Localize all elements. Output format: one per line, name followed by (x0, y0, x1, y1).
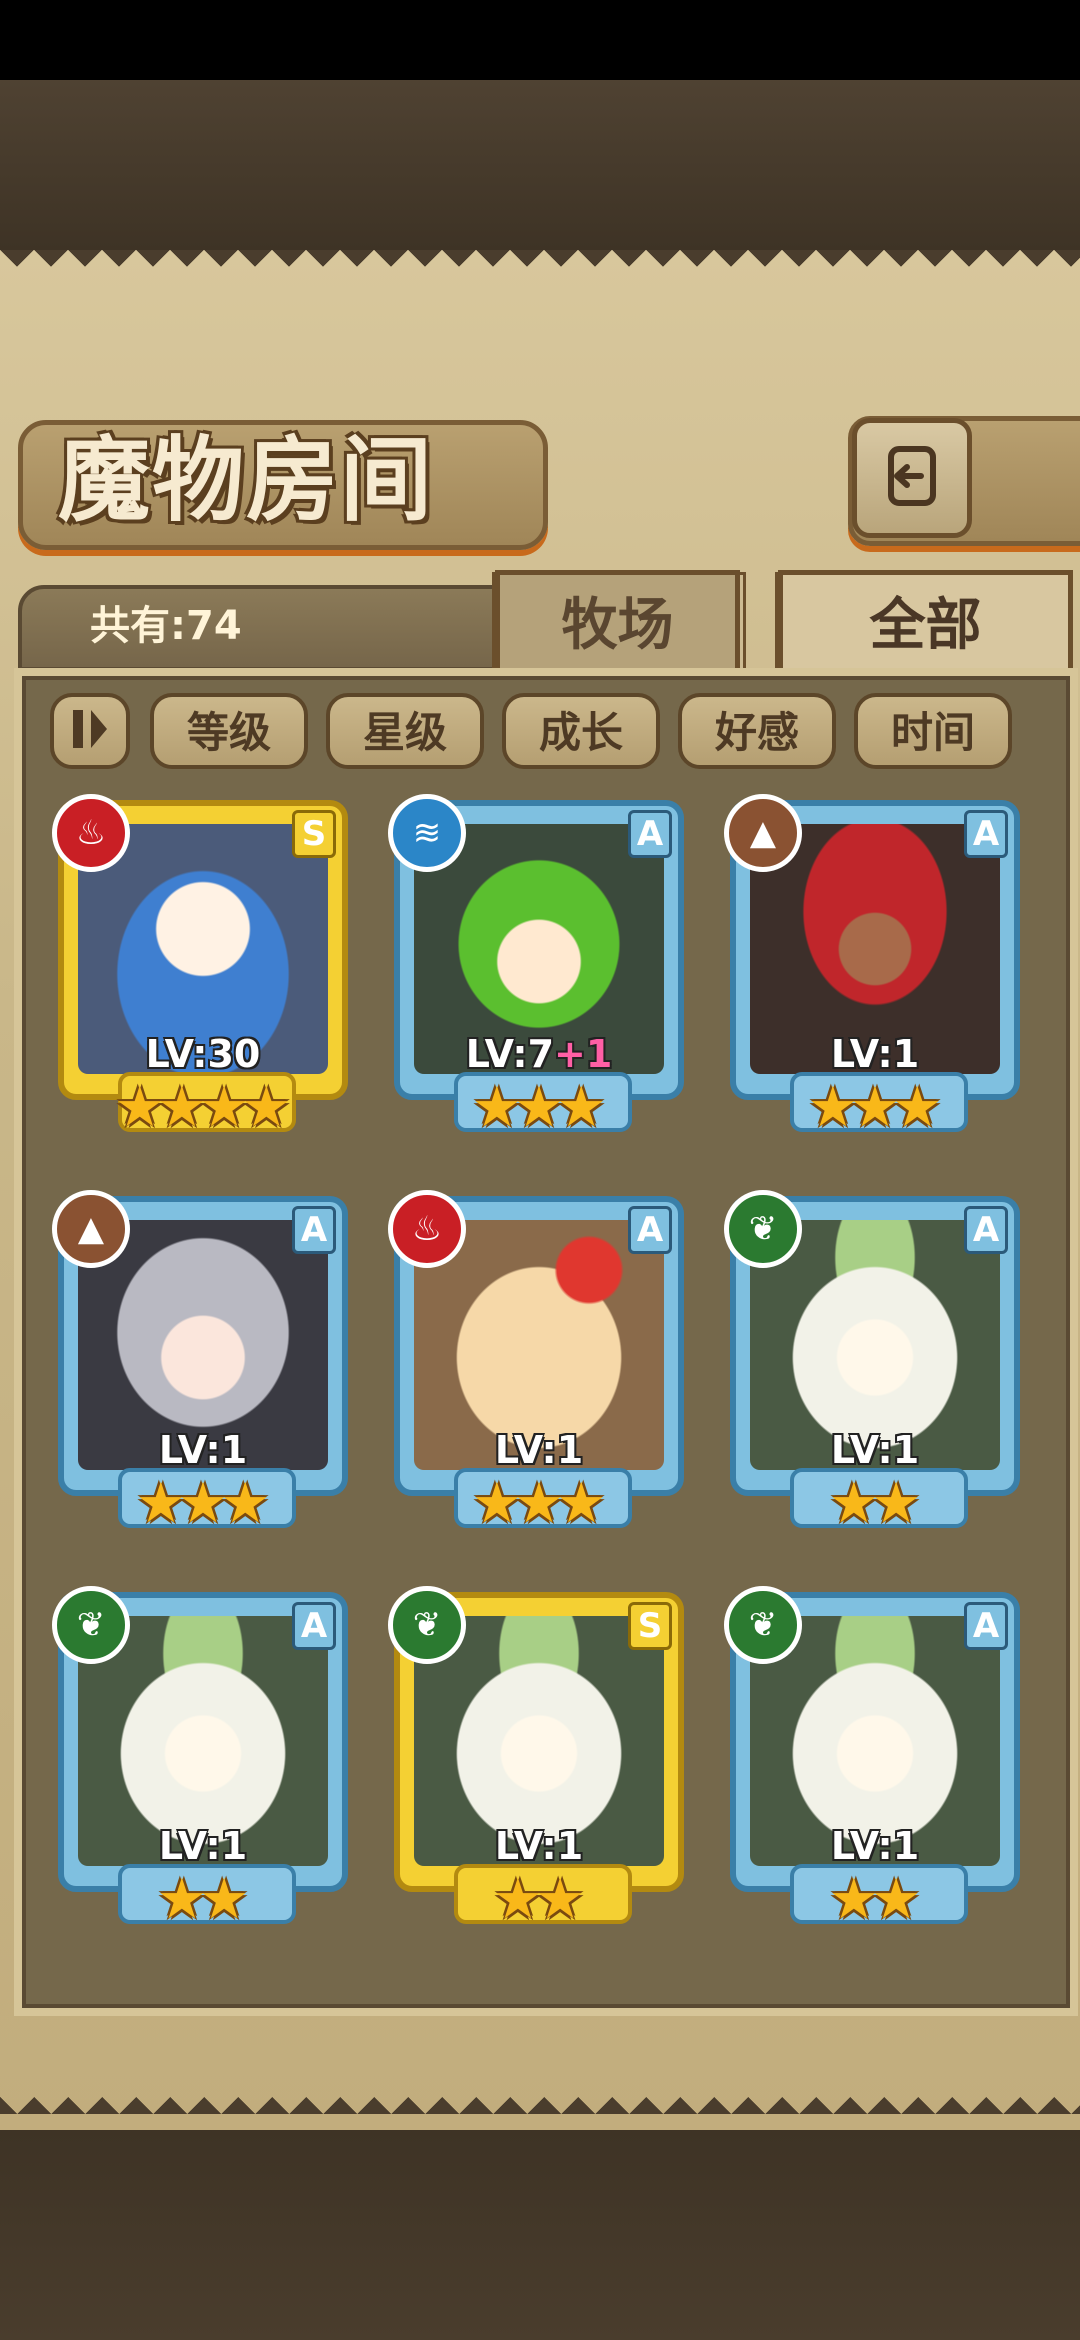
water-element-icon: ≋ (388, 794, 466, 872)
monster-card[interactable]: S ♨ LV:30 ★★★★ (52, 794, 348, 1136)
level-text: LV:7 (465, 1032, 555, 1076)
level-label: LV:1 (730, 1032, 1020, 1076)
star-rating: ★★★★ (58, 1080, 348, 1136)
level-text: LV:1 (830, 1428, 920, 1472)
monster-count: 共有:74 (90, 603, 242, 649)
panel-edge-bottom (0, 2080, 1080, 2114)
level-text: LV:1 (494, 1428, 584, 1472)
monster-card[interactable]: S ❦ LV:1 ★★ (388, 1586, 684, 1928)
rank-badge: A (964, 1206, 1008, 1254)
grass-element-icon: ❦ (724, 1190, 802, 1268)
rank-badge: S (292, 810, 336, 858)
rank-badge: A (964, 1602, 1008, 1650)
star-rating: ★★ (730, 1872, 1020, 1928)
star-rating: ★★ (394, 1872, 684, 1928)
rank-badge: A (628, 810, 672, 858)
star-icon: ★ (556, 1075, 607, 1140)
star-icon: ★ (892, 1075, 943, 1140)
level-label: LV:1 (394, 1824, 684, 1868)
level-label: LV:1 (58, 1824, 348, 1868)
monster-card[interactable]: A ▲ LV:1 ★★★ (724, 794, 1020, 1136)
star-rating: ★★★ (58, 1476, 348, 1532)
level-text: LV:1 (158, 1824, 248, 1868)
fire-element-icon: ♨ (388, 1190, 466, 1268)
level-text: LV:30 (145, 1032, 261, 1076)
level-text: LV:1 (830, 1824, 920, 1868)
grass-element-icon: ❦ (724, 1586, 802, 1664)
star-rating: ★★★ (730, 1080, 1020, 1136)
monster-card[interactable]: A ▲ LV:1 ★★★ (52, 1190, 348, 1532)
fire-element-icon: ♨ (52, 794, 130, 872)
earth-element-icon: ▲ (724, 794, 802, 872)
monster-card[interactable]: A ≋ LV:7+1 ★★★ (388, 794, 684, 1136)
earth-element-icon: ▲ (52, 1190, 130, 1268)
rank-badge: S (628, 1602, 672, 1650)
level-label: LV:1 (730, 1428, 1020, 1472)
star-rating: ★★★ (394, 1080, 684, 1136)
sort-order-icon (67, 704, 113, 758)
sort-time-button[interactable]: 时间 (854, 693, 1012, 769)
back-button[interactable] (852, 418, 972, 538)
return-arrow-icon (877, 441, 947, 515)
sort-order-toggle[interactable] (50, 693, 130, 769)
star-icon: ★ (556, 1471, 607, 1536)
star-icon: ★ (241, 1075, 292, 1140)
monster-card[interactable]: A ♨ LV:1 ★★★ (388, 1190, 684, 1532)
rank-badge: A (628, 1206, 672, 1254)
rank-badge: A (292, 1602, 336, 1650)
level-label: LV:1 (394, 1428, 684, 1472)
panel-edge-top (0, 250, 1080, 284)
tab-ranch[interactable]: 牧场 (495, 570, 740, 675)
grass-element-icon: ❦ (388, 1586, 466, 1664)
level-text: LV:1 (158, 1428, 248, 1472)
star-icon: ★ (199, 1867, 250, 1932)
star-rating: ★★ (730, 1476, 1020, 1532)
monster-card[interactable]: A ❦ LV:1 ★★ (52, 1586, 348, 1928)
star-icon: ★ (535, 1867, 586, 1932)
star-icon: ★ (220, 1471, 271, 1536)
level-bonus: +1 (554, 1032, 613, 1076)
monster-card[interactable]: A ❦ LV:1 ★★ (724, 1190, 1020, 1532)
rank-badge: A (964, 810, 1008, 858)
level-label: LV:7+1 (394, 1032, 684, 1076)
star-icon: ★ (871, 1867, 922, 1932)
monster-card[interactable]: A ❦ LV:1 ★★ (724, 1586, 1020, 1928)
level-label: LV:1 (58, 1428, 348, 1472)
status-bar (0, 0, 1080, 80)
sort-affection-button[interactable]: 好感 (678, 693, 836, 769)
rank-badge: A (292, 1206, 336, 1254)
level-label: LV:30 (58, 1032, 348, 1076)
star-rating: ★★ (58, 1872, 348, 1928)
sort-stars-button[interactable]: 星级 (326, 693, 484, 769)
map-strip-top (0, 80, 1080, 250)
star-icon: ★ (871, 1471, 922, 1536)
tab-all[interactable]: 全部 (778, 570, 1073, 675)
grass-element-icon: ❦ (52, 1586, 130, 1664)
level-text: LV:1 (494, 1824, 584, 1868)
page-title: 魔物房间 (58, 426, 435, 534)
sort-growth-button[interactable]: 成长 (502, 693, 660, 769)
map-strip-bottom (0, 2130, 1080, 2340)
level-label: LV:1 (730, 1824, 1020, 1868)
level-text: LV:1 (830, 1032, 920, 1076)
star-rating: ★★★ (394, 1476, 684, 1532)
sort-level-button[interactable]: 等级 (150, 693, 308, 769)
